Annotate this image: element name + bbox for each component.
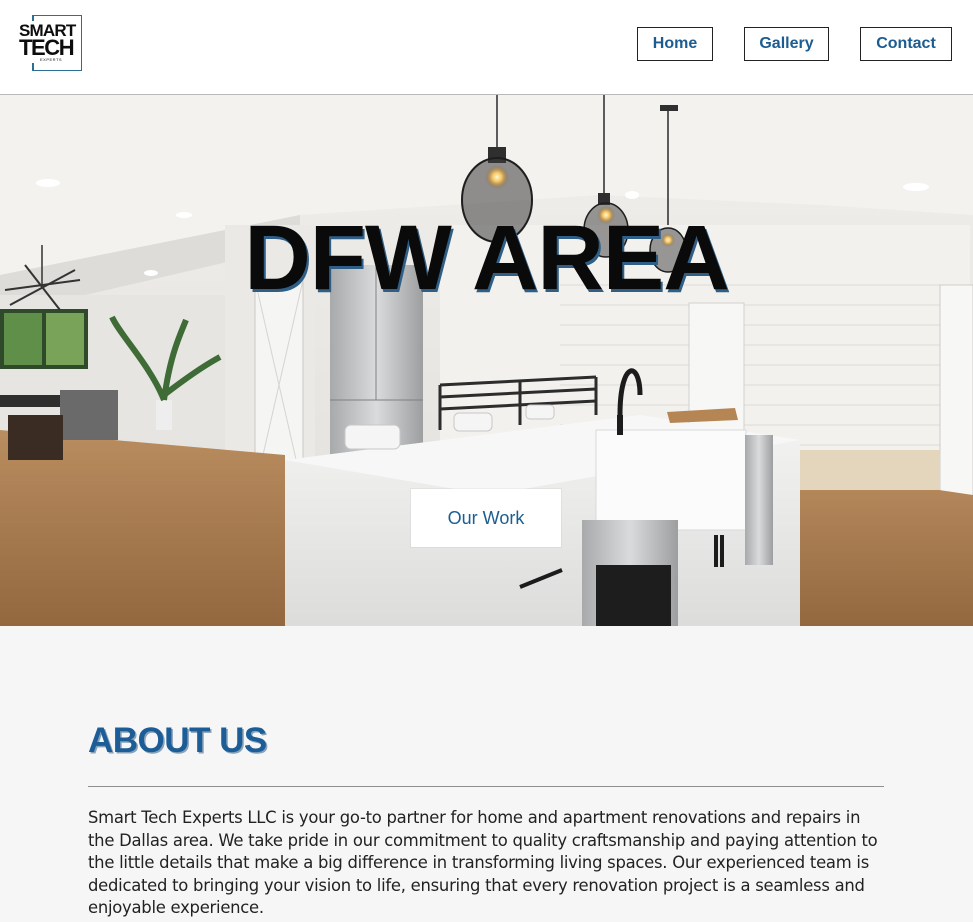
logo[interactable]: SMART TECH EXPERTS bbox=[19, 15, 85, 73]
about-divider bbox=[88, 786, 884, 787]
our-work-button[interactable]: Our Work bbox=[411, 489, 561, 547]
hero-title: DFW AREA bbox=[244, 207, 729, 309]
logo-word-tech: TECH bbox=[19, 35, 75, 60]
about-section: ABOUT US Smart Tech Experts LLC is your … bbox=[0, 626, 973, 922]
nav-gallery-button[interactable]: Gallery bbox=[744, 27, 829, 61]
logo-word-experts: EXPERTS bbox=[40, 57, 63, 62]
hero-section: DFW AREA Our Work bbox=[0, 95, 973, 626]
nav-contact-button[interactable]: Contact bbox=[860, 27, 952, 61]
nav-home-button[interactable]: Home bbox=[637, 27, 713, 61]
about-body-text: Smart Tech Experts LLC is your go-to par… bbox=[88, 808, 878, 917]
about-heading: ABOUT US bbox=[88, 721, 267, 760]
site-header: SMART TECH EXPERTS Home Gallery Contact bbox=[0, 0, 973, 95]
